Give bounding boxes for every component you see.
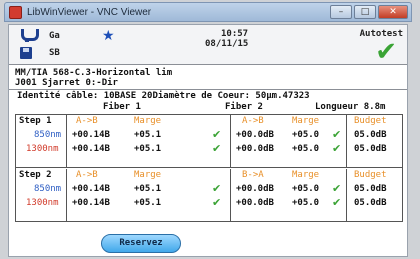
f1-margin-header: Marge [134,116,162,126]
vnc-window: LibWinViewer - VNC Viewer – □ ✕ Ga ★ SB … [0,0,420,259]
check-icon: ✔ [332,196,342,209]
maximize-button[interactable]: □ [354,5,376,19]
window-titlebar: LibWinViewer - VNC Viewer – □ ✕ [4,2,412,22]
step-row[interactable]: Step 1 850nm 1300nm A->B Marge +00.14B +… [16,115,402,168]
budget-value: 05.0dB [354,144,387,154]
f1-margin-value: +05.1 [134,130,162,140]
wavelength-850: 850nm [34,184,62,194]
check-icon: ✔ [212,182,222,195]
f1-loss-value: +00.14B [72,130,110,140]
f1-margin-header: Marge [134,170,162,180]
f2-loss-header: A->B [242,116,264,126]
column-divider [66,115,67,168]
wavelength-1300: 1300nm [26,198,59,208]
window-controls: – □ ✕ [330,5,408,19]
step-row[interactable]: Step 2 850nm 1300nm A->B Marge +00.14B +… [16,169,402,222]
f1-margin-value: +05.1 [134,198,162,208]
budget-value: 05.0dB [354,130,387,140]
column-divider [346,115,347,168]
f1-loss-header: A->B [76,170,98,180]
clock-time: 10:57 [221,29,249,39]
vnc-app-icon [9,5,22,19]
f1-loss-header: A->B [76,116,98,126]
f2-margin-value: +05.0 [292,130,320,140]
f1-loss-value: +00.14B [72,144,110,154]
cable-id-line: Identité câble: 10BASE 20Diamètre de Coe… [17,91,310,101]
sb-label: SB [49,48,60,58]
check-icon: ✔ [332,128,342,141]
length-readout: Longueur 8.8m [315,102,386,112]
f2-loss-value: +00.0dB [236,198,274,208]
f2-margin-header: Marge [292,116,320,126]
check-icon: ✔ [212,142,222,155]
f2-margin-value: +05.0 [292,144,320,154]
job-line: J001 Sjarret 0:-Dir [15,78,118,88]
save-disk-icon[interactable] [20,47,32,59]
close-button[interactable]: ✕ [378,5,408,19]
wavelength-850: 850nm [34,130,62,140]
step-label: Step 2 [19,170,52,180]
step-label: Step 1 [19,116,52,126]
minimize-button[interactable]: – [330,5,352,19]
pass-check-icon: ✔ [375,37,397,67]
check-icon: ✔ [332,142,342,155]
column-divider [346,169,347,222]
f2-margin-header: Marge [292,170,320,180]
f1-loss-value: +00.14B [72,184,110,194]
column-divider [230,115,231,168]
f1-margin-value: +05.1 [134,184,162,194]
tester-screen: Ga ★ SB 10:57 08/11/15 Autotest ✔ MM/TIA… [8,24,408,257]
pin-icon[interactable]: ★ [102,28,115,44]
results-table: Step 1 850nm 1300nm A->B Marge +00.14B +… [15,114,403,222]
fiber2-heading: Fiber 2 [225,102,263,112]
f2-margin-value: +05.0 [292,184,320,194]
check-icon: ✔ [332,182,342,195]
check-icon: ✔ [212,196,222,209]
f1-loss-value: +00.14B [72,198,110,208]
window-title: LibWinViewer - VNC Viewer [27,6,152,18]
test-limit-line: MM/TIA 568-C.3-Horizontal lim [15,68,173,78]
clock-date: 08/11/15 [205,39,249,49]
wavelength-1300: 1300nm [26,144,59,154]
f2-loss-value: +00.0dB [236,130,274,140]
f2-loss-header: B->A [242,170,264,180]
fiber1-heading: Fiber 1 [103,102,141,112]
check-icon: ✔ [212,128,222,141]
budget-value: 05.0dB [354,184,387,194]
f1-margin-value: +05.1 [134,144,162,154]
divider [9,89,407,90]
f2-loss-value: +00.0dB [236,184,274,194]
f2-loss-value: +00.0dB [236,144,274,154]
reserve-button[interactable]: Reservez [101,234,181,253]
budget-header: Budget [354,170,387,180]
column-divider [230,169,231,222]
status-header: Ga ★ SB 10:57 08/11/15 Autotest ✔ [9,25,407,67]
column-divider [66,169,67,222]
budget-value: 05.0dB [354,198,387,208]
f2-margin-value: +05.0 [292,198,320,208]
budget-header: Budget [354,116,387,126]
plug-icon[interactable] [19,29,39,42]
ga-label: Ga [49,31,60,41]
